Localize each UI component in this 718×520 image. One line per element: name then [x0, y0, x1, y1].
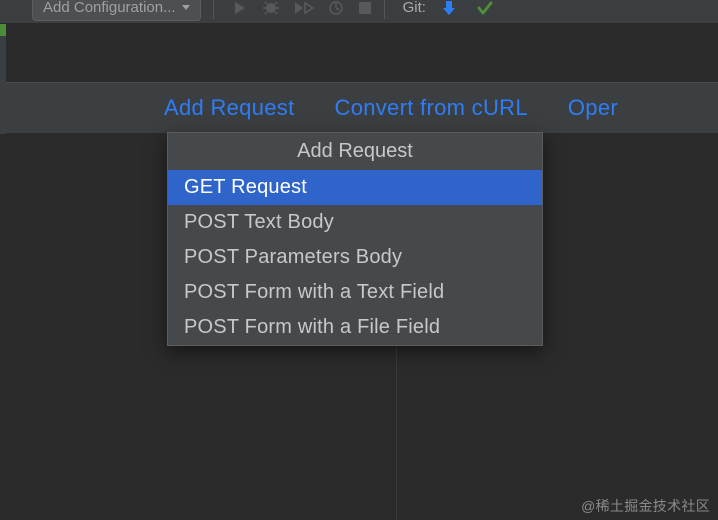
popup-item-label: POST Parameters Body: [184, 246, 402, 268]
popup-item-label: POST Form with a File Field: [184, 316, 440, 338]
toolbar-separator: [213, 0, 214, 19]
popup-item-post-text-body[interactable]: POST Text Body: [168, 205, 542, 240]
chevron-down-icon: [182, 5, 190, 10]
run-icon[interactable]: [232, 0, 248, 16]
debug-icon[interactable]: [262, 0, 280, 17]
toolbar-run-icons: [232, 0, 372, 17]
stop-icon[interactable]: [358, 1, 372, 15]
popup-title: Add Request: [168, 133, 542, 170]
toolbar-separator: [384, 0, 385, 19]
open-log-link[interactable]: Oper: [568, 95, 618, 121]
main-toolbar: Add Configuration... Git:: [0, 0, 718, 24]
popup-item-get-request[interactable]: GET Request: [168, 170, 542, 205]
watermark: @稀土掘金技术社区: [581, 496, 710, 516]
popup-item-label: GET Request: [184, 176, 307, 198]
git-label: Git:: [403, 0, 426, 16]
run-config-selector[interactable]: Add Configuration...: [32, 0, 201, 21]
popup-item-label: POST Form with a Text Field: [184, 281, 444, 303]
http-client-linkbar: Add Request Convert from cURL Oper: [0, 82, 718, 134]
popup-item-post-form-file-field[interactable]: POST Form with a File Field: [168, 310, 542, 345]
popup-item-label: POST Text Body: [184, 211, 334, 233]
run-config-label: Add Configuration...: [43, 0, 176, 16]
add-request-link[interactable]: Add Request: [164, 95, 295, 121]
popup-item-post-form-text-field[interactable]: POST Form with a Text Field: [168, 275, 542, 310]
run-coverage-icon[interactable]: [294, 0, 314, 16]
convert-from-curl-link[interactable]: Convert from cURL: [335, 95, 528, 121]
vcs-update-icon[interactable]: [440, 0, 458, 17]
popup-item-post-parameters-body[interactable]: POST Parameters Body: [168, 240, 542, 275]
profile-icon[interactable]: [328, 0, 344, 16]
vcs-commit-icon[interactable]: [476, 0, 494, 17]
add-request-popup: Add Request GET Request POST Text Body P…: [167, 132, 543, 346]
